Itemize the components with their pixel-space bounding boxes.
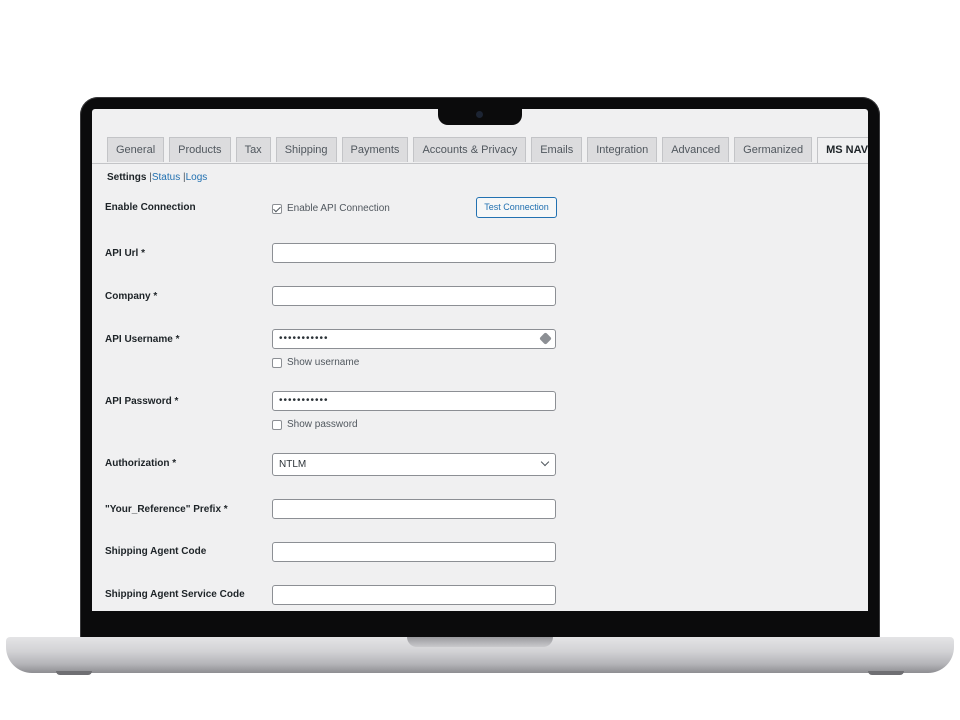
test-connection-button[interactable]: Test Connection — [476, 197, 557, 218]
your-reference-prefix-label: "Your_Reference" Prefix * — [105, 504, 228, 515]
tab-emails[interactable]: Emails — [531, 137, 583, 162]
credential-manager-icon[interactable] — [539, 332, 552, 345]
your-reference-prefix-input[interactable] — [272, 499, 556, 519]
enable-api-connection-label: Enable API Connection — [287, 203, 390, 214]
shipping-agent-code-input[interactable] — [272, 542, 556, 562]
trackpad-lip — [407, 637, 553, 647]
laptop-foot-right — [868, 671, 904, 675]
api-username-label: API Username * — [105, 334, 180, 345]
tab-integration[interactable]: Integration — [587, 137, 658, 162]
subnav: Settings |Status |Logs — [107, 172, 207, 183]
tabs-divider — [92, 163, 868, 164]
tab-germanized[interactable]: Germanized — [734, 137, 813, 162]
show-password-label: Show password — [287, 419, 358, 430]
company-label: Company * — [105, 291, 158, 302]
tab-shipping[interactable]: Shipping — [275, 137, 337, 162]
api-url-label: API Url * — [105, 248, 146, 259]
shipping-agent-service-code-input[interactable] — [272, 585, 556, 605]
api-password-label: API Password * — [105, 396, 179, 407]
tab-accounts-privacy[interactable]: Accounts & Privacy — [413, 137, 527, 162]
camera-notch — [438, 105, 522, 125]
tab-advanced[interactable]: Advanced — [662, 137, 730, 162]
shipping-agent-service-code-label: Shipping Agent Service Code — [105, 589, 245, 600]
api-username-input[interactable]: ••••••••••• — [272, 329, 556, 349]
settings-tabs: General Products Tax Shipping Payments A… — [107, 137, 868, 163]
show-username-label: Show username — [287, 357, 360, 368]
authorization-label: Authorization * — [105, 458, 177, 469]
api-password-input[interactable]: ••••••••••• — [272, 391, 556, 411]
tab-general[interactable]: General — [107, 137, 165, 162]
laptop-foot-left — [56, 671, 92, 675]
shipping-agent-code-label: Shipping Agent Code — [105, 546, 207, 557]
subnav-settings[interactable]: Settings — [107, 172, 146, 183]
show-username-checkbox[interactable] — [272, 357, 282, 368]
show-password-checkbox[interactable] — [272, 419, 282, 430]
show-username-row: Show username — [272, 357, 359, 368]
enable-connection-label: Enable Connection — [105, 202, 196, 213]
settings-screen: General Products Tax Shipping Payments A… — [92, 109, 868, 611]
enable-api-connection-checkbox[interactable] — [272, 203, 282, 214]
subnav-logs[interactable]: Logs — [186, 172, 208, 183]
tab-products[interactable]: Products — [169, 137, 231, 162]
company-input[interactable] — [272, 286, 556, 306]
tab-tax[interactable]: Tax — [235, 137, 271, 162]
enable-api-connection-row: Enable API Connection — [272, 203, 390, 214]
api-username-value: ••••••••••• — [279, 333, 329, 344]
authorization-selected: NTLM — [279, 459, 307, 470]
subnav-status[interactable]: Status — [152, 172, 180, 183]
show-password-row: Show password — [272, 419, 358, 430]
tab-payments[interactable]: Payments — [341, 137, 409, 162]
authorization-select[interactable]: NTLM — [272, 453, 556, 476]
api-url-input[interactable] — [272, 243, 556, 263]
chevron-down-icon — [540, 457, 550, 467]
tab-ms-nav-sync[interactable]: MS NAV Sync — [817, 137, 868, 163]
